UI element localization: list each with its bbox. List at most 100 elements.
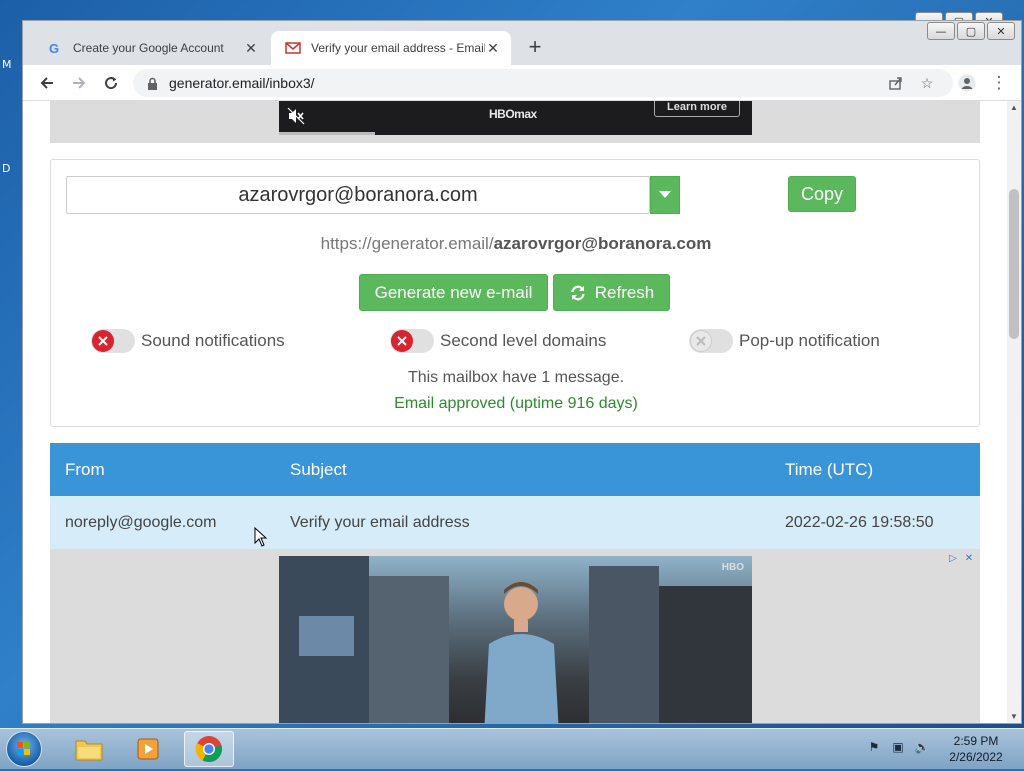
mailbox-url-email: azarovrgor@boranora.com (493, 234, 712, 253)
billboard-image (299, 616, 354, 656)
forward-icon[interactable] (67, 71, 91, 95)
top-ad-banner[interactable]: HBOmax Learn more (50, 101, 980, 143)
maximize-icon[interactable]: ▢ (957, 22, 985, 40)
reload-icon[interactable] (99, 71, 123, 95)
x-icon (92, 330, 114, 352)
close-tab-icon[interactable]: ✕ (485, 40, 501, 57)
toggle-label: Pop-up notification (739, 331, 880, 350)
building-image (589, 566, 659, 723)
toggle-switch[interactable] (390, 329, 434, 353)
adchoices-icon[interactable]: ▷ (946, 551, 960, 565)
start-button[interactable] (6, 731, 42, 767)
clock-time: 2:59 PM (953, 734, 999, 748)
refresh-button[interactable]: Refresh (553, 274, 670, 311)
tab-title: Create your Google Account (73, 41, 224, 55)
building-image (659, 586, 752, 723)
sound-notifications-toggle[interactable]: Sound notifications (91, 328, 285, 354)
mute-icon[interactable] (287, 107, 305, 125)
popup-notification-toggle[interactable]: Pop-up notification (689, 328, 880, 354)
lock-icon[interactable] (145, 76, 159, 90)
toggle-label: Sound notifications (141, 331, 285, 350)
message-from[interactable]: noreply@google.com (65, 496, 216, 549)
action-center-flag-icon[interactable]: ⚑ (866, 739, 882, 755)
email-address-field[interactable]: azarovrgor@boranora.com (66, 176, 650, 214)
bottom-ad-banner[interactable]: ▷ ✕ HBO (50, 549, 980, 723)
table-row[interactable]: noreply@google.com Verify your email add… (50, 496, 980, 549)
url-text: generator.email/inbox3/ (169, 75, 315, 91)
person-image (484, 582, 559, 723)
tab-create-google-account[interactable]: G Create your Google Account ✕ (33, 31, 269, 65)
column-header-from: From (65, 460, 105, 479)
x-icon (690, 330, 712, 352)
column-header-subject: Subject (290, 460, 347, 479)
taskbar-clock[interactable]: 2:59 PM 2/26/2022 (940, 733, 1012, 765)
x-icon (391, 330, 413, 352)
profile-avatar-icon[interactable] (955, 71, 979, 95)
volume-icon[interactable]: 🔈 (914, 739, 930, 755)
message-subject[interactable]: Verify your email address (290, 496, 470, 549)
mouse-cursor-icon (254, 527, 268, 547)
network-icon[interactable]: ▣ (890, 739, 906, 755)
inbox-table: From Subject Time (UTC) noreply@google.c… (50, 443, 980, 549)
copy-button[interactable]: Copy (788, 176, 856, 212)
second-level-domains-toggle[interactable]: Second level domains (390, 328, 606, 354)
ad-brand: HBO (721, 562, 744, 573)
ad-choices[interactable]: ▷ ✕ (946, 551, 976, 565)
close-tab-icon[interactable]: ✕ (243, 40, 259, 57)
learn-more-button[interactable]: Learn more (654, 101, 740, 117)
minimize-icon[interactable]: — (927, 22, 955, 40)
column-header-time: Time (UTC) (785, 460, 874, 479)
menu-kebab-icon[interactable]: ⋮ (987, 71, 1011, 95)
google-icon: G (47, 40, 63, 56)
scroll-up-icon[interactable]: ▲ (1007, 103, 1021, 112)
taskbar-media-player[interactable] (124, 731, 174, 767)
windows-taskbar: ⚑ ▣ 🔈 2:59 PM 2/26/2022 (0, 728, 1024, 769)
windows-logo-icon (17, 742, 30, 755)
message-time[interactable]: 2022-02-26 19:58:50 (785, 496, 934, 549)
refresh-icon (571, 285, 585, 300)
tab-verify-email[interactable]: Verify your email address - Email ✕ (271, 31, 511, 65)
address-bar[interactable]: generator.email/inbox3/ ☆ (133, 69, 953, 97)
caret-down-icon (659, 191, 671, 198)
toggle-switch[interactable] (689, 329, 733, 353)
svg-text:G: G (49, 41, 59, 55)
ad-video[interactable]: HBOmax Learn more (279, 101, 752, 135)
page-scrollbar[interactable]: ▲ ▼ (1007, 101, 1021, 723)
desktop-icon-label-1: M (2, 58, 12, 71)
email-dropdown-button[interactable] (650, 176, 680, 214)
taskbar-chrome[interactable] (184, 731, 234, 767)
generate-new-email-button[interactable]: Generate new e-mail (359, 274, 548, 311)
ad-video[interactable]: HBO (279, 556, 752, 723)
email-approved-status: Email approved (uptime 916 days) (394, 395, 638, 412)
tab-title: Verify your email address - Email (311, 41, 485, 55)
system-tray: ⚑ ▣ 🔈 (866, 739, 930, 755)
scrollbar-thumb[interactable] (1009, 189, 1019, 339)
close-ad-icon[interactable]: ✕ (962, 551, 976, 565)
back-icon[interactable] (35, 71, 59, 95)
chrome-icon (195, 736, 222, 763)
mailbox-count-text: This mailbox have 1 message. (407, 369, 625, 386)
mail-icon (285, 40, 301, 56)
browser-window-controls: — ▢ ✕ (927, 22, 1015, 40)
browser-toolbar: generator.email/inbox3/ ☆ ⋮ (23, 65, 1021, 101)
inbox-header-row: From Subject Time (UTC) (50, 443, 980, 496)
building-image (369, 576, 449, 723)
toggle-switch[interactable] (91, 329, 135, 353)
mailbox-control-card: azarovrgor@boranora.com Copy https://gen… (50, 159, 980, 427)
page-viewport: HBOmax Learn more azarovrgor@boranora.co… (23, 101, 1007, 723)
share-icon[interactable] (885, 73, 905, 93)
scroll-down-icon[interactable]: ▼ (1007, 712, 1021, 721)
tab-bar: G Create your Google Account ✕ Verify yo… (23, 21, 1021, 65)
clock-date: 2/26/2022 (949, 750, 1003, 764)
new-tab-button[interactable]: + (523, 34, 547, 59)
mailbox-url[interactable]: https://generator.email/azarovrgor@boran… (51, 234, 981, 254)
browser-window: — ▢ ✕ G Create your Google Account ✕ Ver… (22, 20, 1022, 724)
ad-brand: HBOmax (489, 107, 537, 121)
bookmark-star-icon[interactable]: ☆ (917, 73, 937, 93)
close-icon[interactable]: ✕ (987, 22, 1015, 40)
folder-icon (75, 740, 103, 761)
taskbar-explorer[interactable] (64, 731, 114, 767)
desktop-icon-label-2: D (2, 162, 11, 175)
media-player-icon (137, 738, 159, 760)
refresh-label: Refresh (594, 282, 655, 302)
